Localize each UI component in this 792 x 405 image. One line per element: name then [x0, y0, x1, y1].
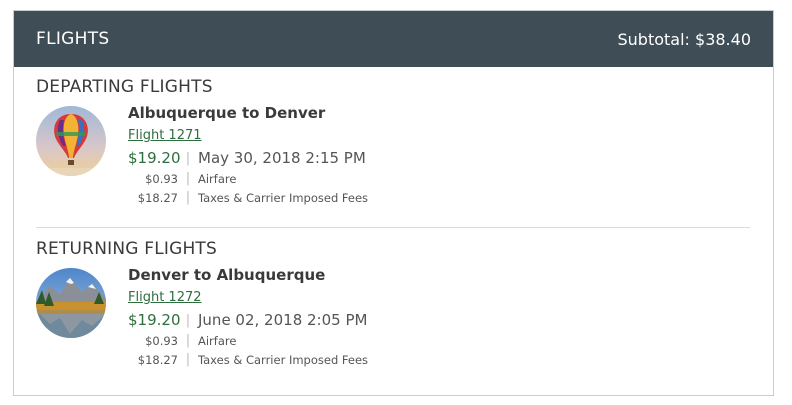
hot-air-balloon-image [36, 106, 106, 176]
departing-airfare-line: $0.93 | Airfare [128, 169, 368, 188]
separator: | [185, 150, 191, 166]
header-title: FLIGHTS [36, 29, 110, 49]
section-divider [36, 227, 750, 228]
returning-flight-row: Denver to Albuquerque Flight 1272 $19.20… [36, 260, 751, 370]
departing-info: Albuquerque to Denver Flight 1271 $19.20… [128, 102, 368, 207]
departing-datetime: May 30, 2018 2:15 PM [198, 149, 366, 167]
returning-info: Denver to Albuquerque Flight 1272 $19.20… [128, 264, 368, 369]
returning-heading: RETURNING FLIGHTS [36, 239, 218, 259]
departing-fees-amount: $18.27 [137, 190, 178, 205]
returning-airfare-amount: $0.93 [145, 333, 178, 348]
separator: | [185, 352, 191, 367]
departing-price: $19.20 [128, 149, 181, 167]
returning-fees-line: $18.27 | Taxes & Carrier Imposed Fees [128, 350, 368, 369]
departing-section: DEPARTING FLIGHTS Albuquerque to Denver … [36, 76, 751, 208]
returning-datetime: June 02, 2018 2:05 PM [198, 311, 368, 329]
departing-price-line: $19.20 | May 30, 2018 2:15 PM [128, 147, 368, 169]
returning-price-line: $19.20 | June 02, 2018 2:05 PM [128, 309, 368, 331]
subtotal: Subtotal: $38.40 [617, 29, 752, 49]
separator: | [185, 171, 191, 186]
departing-fees-label: Taxes & Carrier Imposed Fees [198, 190, 369, 205]
returning-airfare-label: Airfare [198, 333, 237, 348]
departing-heading: DEPARTING FLIGHTS [36, 77, 213, 97]
flights-header: FLIGHTS Subtotal: $38.40 [14, 11, 773, 67]
departing-route: Albuquerque to Denver [128, 104, 326, 122]
returning-flight-link[interactable]: Flight 1272 [128, 287, 202, 309]
returning-fees-amount: $18.27 [137, 352, 178, 367]
separator: | [185, 312, 191, 328]
returning-fees-label: Taxes & Carrier Imposed Fees [198, 352, 369, 367]
returning-route: Denver to Albuquerque [128, 266, 326, 284]
departing-airfare-amount: $0.93 [145, 171, 178, 186]
departing-fees-line: $18.27 | Taxes & Carrier Imposed Fees [128, 188, 368, 207]
separator: | [185, 333, 191, 348]
departing-flight-link[interactable]: Flight 1271 [128, 125, 202, 147]
departing-airfare-label: Airfare [198, 171, 237, 186]
mountain-lake-image [36, 268, 106, 338]
returning-airfare-line: $0.93 | Airfare [128, 331, 368, 350]
returning-price: $19.20 [128, 311, 181, 329]
separator: | [185, 190, 191, 205]
departing-flight-row: Albuquerque to Denver Flight 1271 $19.20… [36, 98, 751, 208]
returning-section: RETURNING FLIGHTS Denver to Albuquerque … [36, 238, 751, 370]
